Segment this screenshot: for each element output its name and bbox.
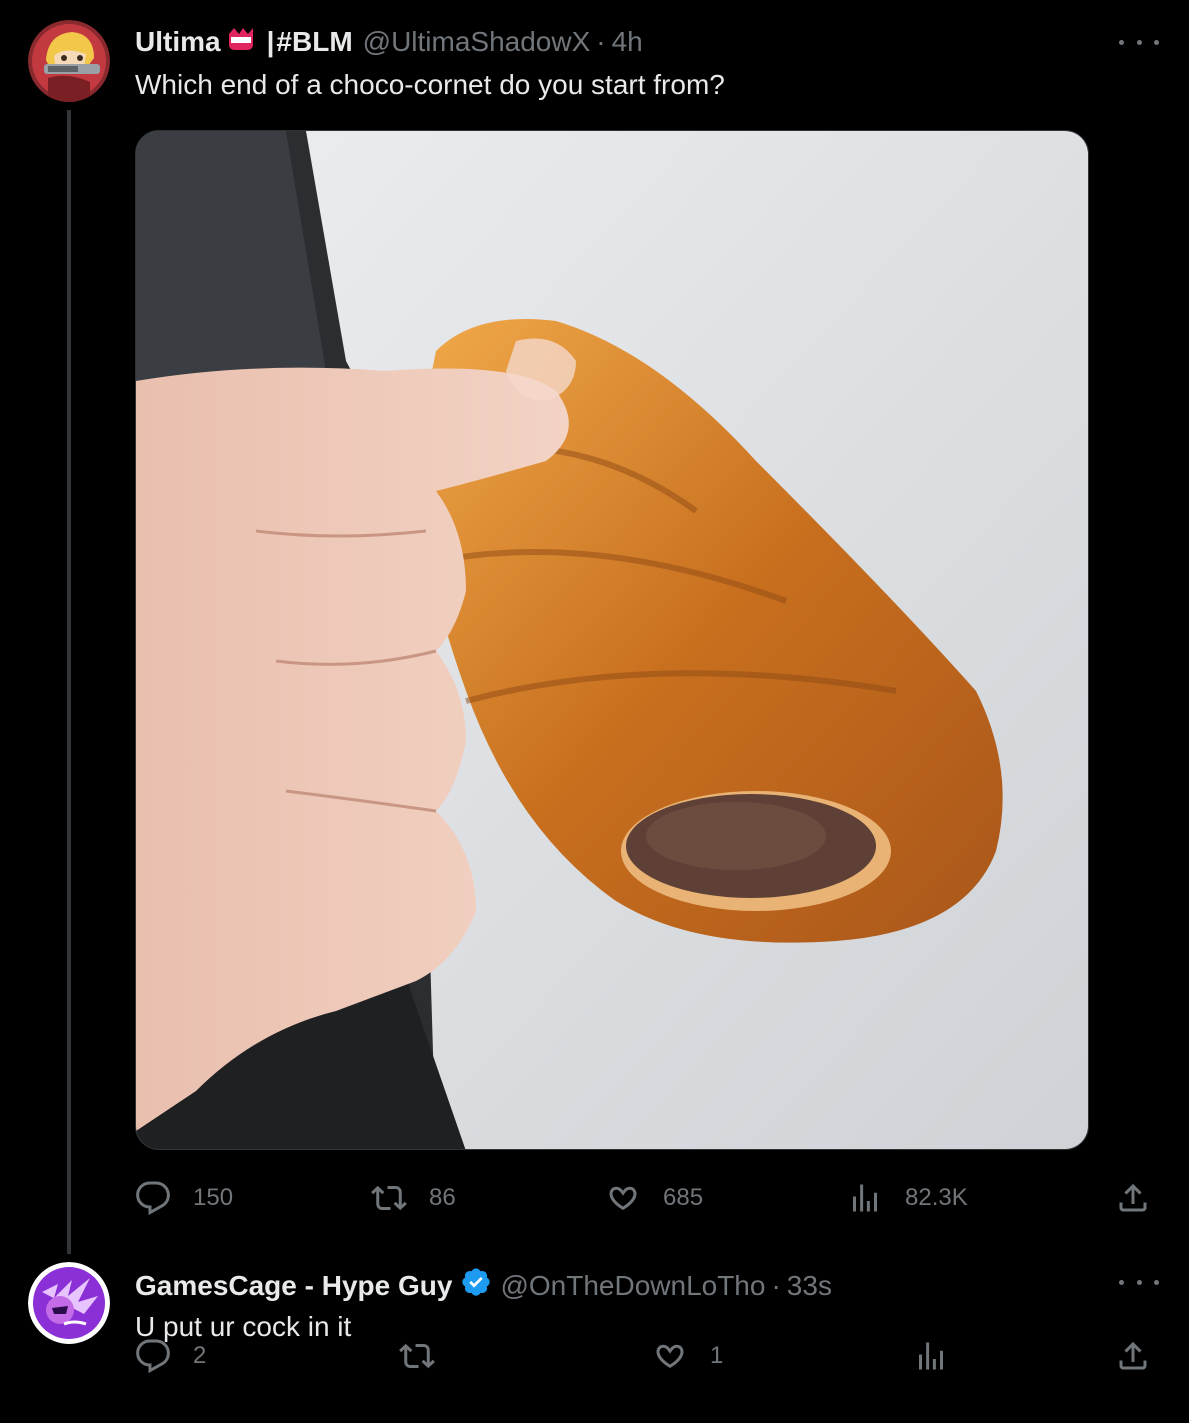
repost-icon — [399, 1343, 435, 1369]
handle[interactable]: @OnTheDownLoTho — [500, 1269, 765, 1303]
reply-icon — [136, 1339, 170, 1374]
heart-icon — [609, 1186, 637, 1211]
tweet-actions: 2 1 — [135, 1336, 1155, 1376]
views-icon — [919, 1342, 943, 1370]
timestamp[interactable]: 4h — [612, 25, 643, 59]
handle[interactable]: @UltimaShadowX — [363, 25, 591, 59]
view-count: 82.3K — [905, 1184, 968, 1211]
tweet-header: GamesCage - Hype Guy @OnTheDownLoTho · 3… — [135, 1266, 832, 1306]
red-badge-icon — [225, 24, 257, 60]
timestamp[interactable]: 33s — [787, 1269, 832, 1303]
name-separator: | — [266, 26, 275, 57]
display-name[interactable]: Ultima — [135, 25, 221, 59]
hashtag: #BLM — [276, 26, 353, 57]
reply-button[interactable]: 150 — [135, 1178, 233, 1218]
display-name[interactable]: GamesCage - Hype Guy — [135, 1269, 452, 1303]
reply-icon — [136, 1181, 170, 1216]
like-button[interactable]: 1 — [652, 1336, 723, 1376]
tweet-photo[interactable] — [135, 130, 1089, 1150]
like-count: 685 — [663, 1184, 704, 1211]
dot-separator: · — [596, 26, 606, 57]
repost-count: 86 — [429, 1184, 456, 1211]
reply-count: 2 — [193, 1342, 207, 1369]
like-count: 1 — [710, 1342, 724, 1369]
views-button[interactable]: 82.3K — [847, 1178, 968, 1218]
share-icon — [1119, 1183, 1147, 1212]
dot-separator: · — [771, 1270, 781, 1301]
heart-icon — [656, 1344, 684, 1369]
avatar[interactable] — [28, 1262, 110, 1344]
reply-button[interactable]: 2 — [135, 1336, 206, 1376]
reply-count: 150 — [193, 1184, 234, 1211]
views-icon — [853, 1184, 877, 1212]
tweet-actions: 150 86 685 82.3K — [135, 1178, 1155, 1218]
tweet-reply[interactable]: GamesCage - Hype Guy @OnTheDownLoTho · 3… — [0, 1240, 1189, 1423]
repost-button[interactable] — [399, 1336, 457, 1376]
like-button[interactable]: 685 — [605, 1178, 703, 1218]
verified-icon — [460, 1266, 492, 1306]
tweet-header: Ultima | #BLM @UltimaShadowX · 4h — [135, 24, 643, 60]
tweet-text: Which end of a choco-cornet do you start… — [135, 69, 725, 100]
more-icon[interactable] — [1119, 1272, 1159, 1292]
share-button[interactable] — [1115, 1336, 1151, 1376]
tweet-main[interactable]: Ultima | #BLM @UltimaShadowX · 4h Which … — [0, 0, 1189, 1240]
share-button[interactable] — [1115, 1178, 1151, 1218]
more-icon[interactable] — [1119, 32, 1159, 52]
avatar[interactable] — [28, 20, 110, 102]
share-icon — [1119, 1341, 1147, 1370]
views-button[interactable] — [913, 1336, 971, 1376]
repost-icon — [371, 1185, 407, 1211]
repost-button[interactable]: 86 — [371, 1178, 456, 1218]
